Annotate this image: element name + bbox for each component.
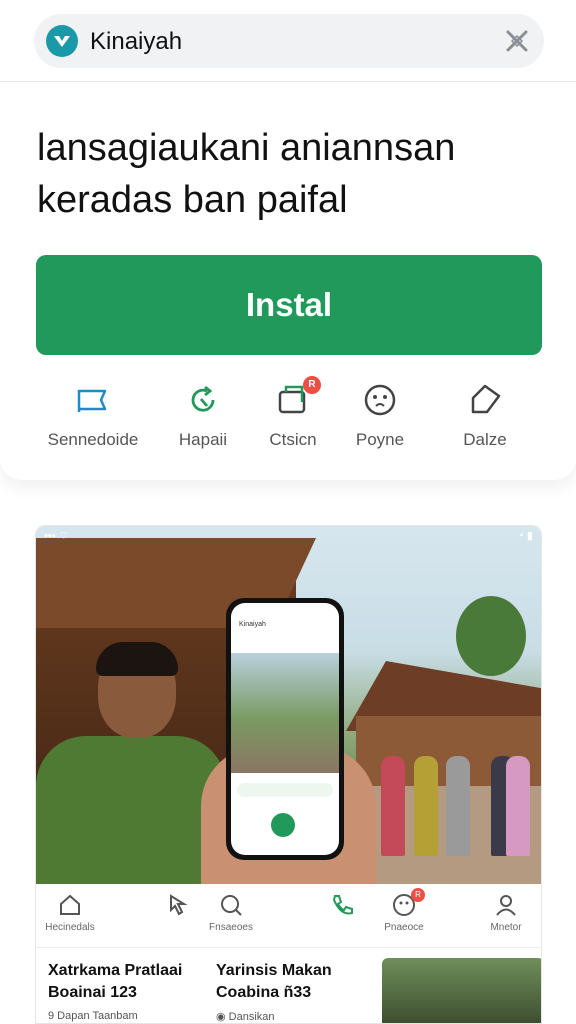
action-dalze[interactable]: Dalze [430, 382, 540, 462]
app-screenshot-preview[interactable]: Kinaiyah ••• ⌔ ◔ ▮ Hecinedals Fnsaeoes R… [35, 525, 542, 1024]
tag-icon [467, 382, 503, 418]
close-icon[interactable] [502, 26, 532, 56]
app-name: Kinaiyah [90, 28, 183, 55]
action-sennedoide[interactable]: Sennedoide [38, 382, 148, 462]
nav-label: Fnsaeoes [209, 922, 253, 933]
nav-item-search[interactable]: Fnsaeoes [191, 892, 271, 933]
bottom-nav: Hecinedals Fnsaeoes R Pnaeoce Mnetor [36, 884, 541, 948]
folder-icon: R [275, 376, 321, 418]
person [506, 756, 530, 856]
action-label: Sennedoide [47, 430, 139, 449]
place-card-thumbnail[interactable] [382, 958, 541, 1023]
status-left: ••• ⌔ [44, 530, 69, 542]
phone-icon [329, 892, 355, 918]
palm-tree [456, 596, 526, 676]
smiley-icon: R [391, 888, 425, 918]
place-card-title: Yarinsis Makan Coabina ñ33 [216, 962, 332, 1001]
app-header-pill[interactable]: Kinaiyah [34, 14, 544, 68]
place-card-title: Xatrkama Pratlaai Boainai 123 [48, 962, 183, 1001]
home-icon [57, 892, 83, 918]
headline-line-2: keradas ban paifal [37, 179, 348, 221]
search-icon [218, 892, 244, 918]
person [446, 756, 470, 856]
notification-badge: R [411, 888, 425, 902]
headline-line-1: lansagiaukani aniannsan [37, 127, 456, 169]
refresh-icon [185, 382, 221, 418]
smiley-icon [362, 382, 398, 418]
nav-label: Mnetor [490, 922, 522, 933]
place-card-subtitle: 9 Dapan Taanbam [48, 1010, 138, 1022]
notification-badge: R [303, 376, 321, 394]
phone-photo [231, 653, 339, 773]
phone-search-bar [237, 783, 333, 797]
place-card[interactable]: Xatrkama Pratlaai Boainai 123 9 Dapan Ta… [48, 960, 198, 1022]
nav-label: Pnaeoce [384, 922, 424, 933]
place-card-subtitle: ◉ Dansikan [216, 1011, 275, 1023]
person [414, 756, 438, 856]
phone-app-title: Kinaiyah [239, 621, 266, 628]
page-title: lansagiaukani aniannsan keradas ban paif… [37, 122, 547, 226]
flag-icon [75, 382, 111, 418]
place-cards: Xatrkama Pratlaai Boainai 123 9 Dapan Ta… [36, 948, 541, 1023]
top-bar: Kinaiyah [0, 0, 576, 82]
action-label: Poyne [355, 430, 405, 449]
person [381, 756, 405, 856]
nav-label: Hecinedals [45, 922, 95, 933]
preview-photo: Kinaiyah ••• ⌔ ◔ ▮ [36, 526, 541, 884]
nav-item-home[interactable]: Hecinedals [36, 892, 110, 933]
man-figure [36, 642, 226, 884]
status-right: ◔ ▮ [517, 530, 533, 542]
action-label: Dalze [463, 430, 507, 449]
action-row: Sennedoide Hapaii R Ctsicn Poyne Dalze [38, 376, 540, 462]
pointer-icon [163, 892, 189, 918]
user-icon [493, 892, 519, 918]
phone-fab [271, 813, 295, 837]
nav-item-mnetor[interactable]: Mnetor [466, 892, 541, 933]
nav-item-pnaeoce[interactable]: R Pnaeoce [364, 888, 444, 933]
install-card: lansagiaukani aniannsan keradas ban paif… [0, 82, 576, 480]
app-logo-icon [46, 25, 78, 57]
place-card[interactable]: Yarinsis Makan Coabina ñ33 ◉ Dansikan [216, 960, 366, 1023]
action-poyne[interactable]: Poyne [325, 382, 435, 462]
status-bar: ••• ⌔ ◔ ▮ [36, 526, 541, 544]
install-button[interactable]: Instal [36, 255, 542, 355]
phone-mockup: Kinaiyah [226, 598, 344, 860]
